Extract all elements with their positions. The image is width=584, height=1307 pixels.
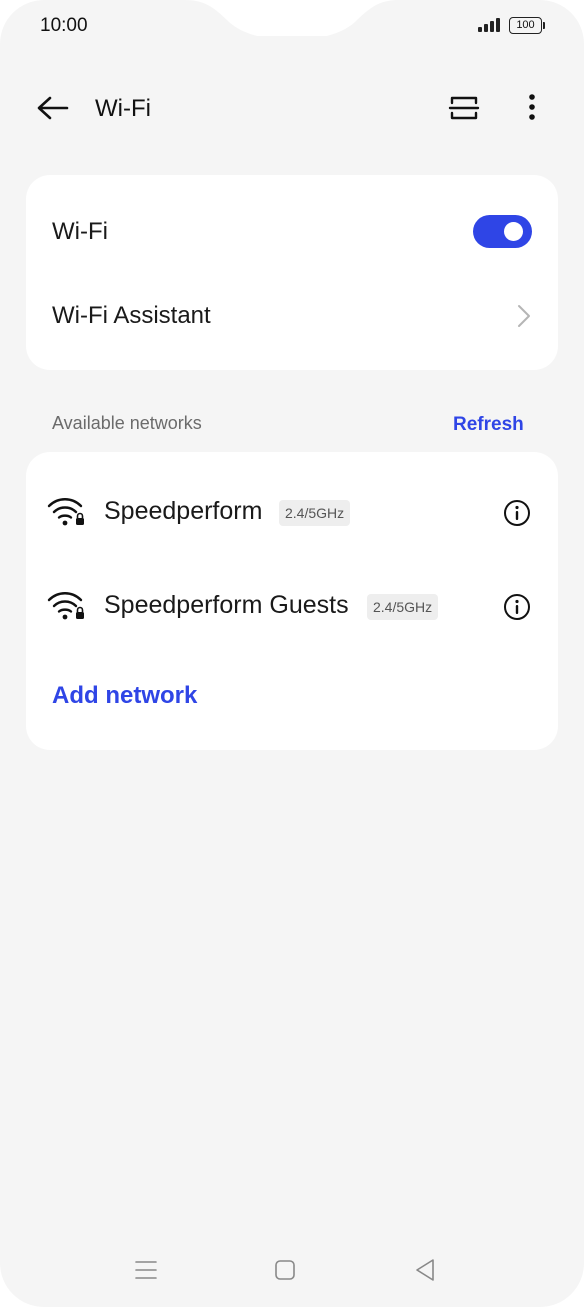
wifi-secured-icon (46, 496, 86, 533)
network-item[interactable]: Speedperform Guests 2.4/5GHz (26, 564, 558, 648)
status-time: 10:00 (40, 15, 88, 36)
phone-screen: 10:00 100 Wi-Fi Wi-Fi Wi-Fi Assistant Av… (0, 0, 584, 1307)
info-icon[interactable] (502, 498, 532, 528)
band-badge: 2.4/5GHz (367, 594, 439, 620)
wifi-toggle[interactable] (473, 215, 532, 248)
wifi-secured-icon (46, 590, 86, 627)
back-button[interactable] (34, 92, 72, 124)
menu-icon[interactable] (134, 1258, 158, 1287)
info-icon[interactable] (502, 592, 532, 622)
more-vert-icon (518, 94, 546, 128)
available-networks-header: Available networks Refresh (0, 410, 584, 440)
wifi-assistant-row[interactable]: Wi-Fi Assistant (26, 273, 558, 357)
wifi-label: Wi-Fi (52, 218, 108, 245)
back-arrow-icon (34, 96, 72, 128)
qr-scan-button[interactable] (447, 92, 481, 124)
wifi-assistant-label: Wi-Fi Assistant (52, 302, 211, 329)
available-networks-label: Available networks (52, 413, 202, 433)
chevron-right-icon (516, 303, 532, 334)
more-options-button[interactable] (518, 92, 546, 124)
home-icon[interactable] (274, 1258, 296, 1287)
battery-icon: 100 (509, 17, 545, 34)
back-triangle-icon[interactable] (413, 1257, 437, 1288)
app-header: Wi-Fi (0, 80, 584, 136)
system-nav-bar (0, 1250, 584, 1290)
toggle-knob (504, 222, 523, 241)
network-item[interactable]: Speedperform 2.4/5GHz (26, 470, 558, 554)
network-name: Speedperform (104, 497, 263, 525)
band-badge: 2.4/5GHz (279, 500, 351, 526)
signal-icon (478, 18, 502, 37)
add-network-button[interactable]: Add network (52, 682, 197, 710)
page-title: Wi-Fi (95, 95, 151, 122)
battery-level: 100 (509, 17, 542, 34)
wifi-settings-card: Wi-Fi Wi-Fi Assistant (26, 175, 558, 370)
network-name: Speedperform Guests (104, 591, 349, 619)
qr-scan-icon (447, 96, 481, 128)
status-bar: 10:00 100 (0, 0, 584, 52)
refresh-button[interactable]: Refresh (453, 414, 524, 436)
networks-card: Speedperform 2.4/5GHz Speedperform Guest… (26, 452, 558, 750)
battery-tip (543, 22, 545, 29)
